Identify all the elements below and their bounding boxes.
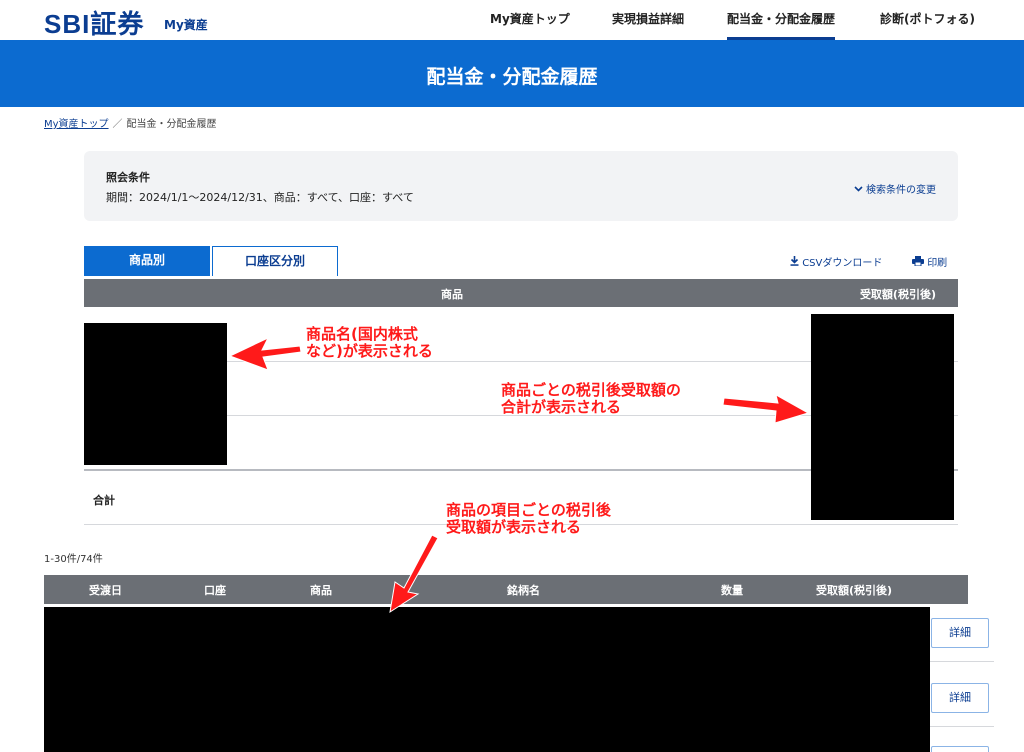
- annotation-product-total: 商品ごとの税引後受取額の 合計が表示される: [501, 382, 681, 416]
- annotation-item-amount: 商品の項目ごとの税引後 受取額が表示される: [446, 502, 611, 536]
- annotation-text: 合計が表示される: [501, 398, 622, 416]
- annotation-text: 商品名(国内株式: [306, 325, 418, 343]
- annotation-text: 商品ごとの税引後受取額の: [501, 381, 681, 399]
- annotation-arrow-3: [389, 534, 439, 614]
- annotation-arrow-2: [722, 393, 810, 424]
- annotation-text: 商品の項目ごとの税引後: [446, 501, 611, 519]
- annotation-text: など)が表示される: [306, 342, 433, 360]
- annotation-arrow-1: [228, 336, 302, 371]
- annotation-text: 受取額が表示される: [446, 518, 582, 536]
- annotation-product-name: 商品名(国内株式 など)が表示される: [306, 326, 433, 360]
- annotation-arrows: [228, 336, 810, 614]
